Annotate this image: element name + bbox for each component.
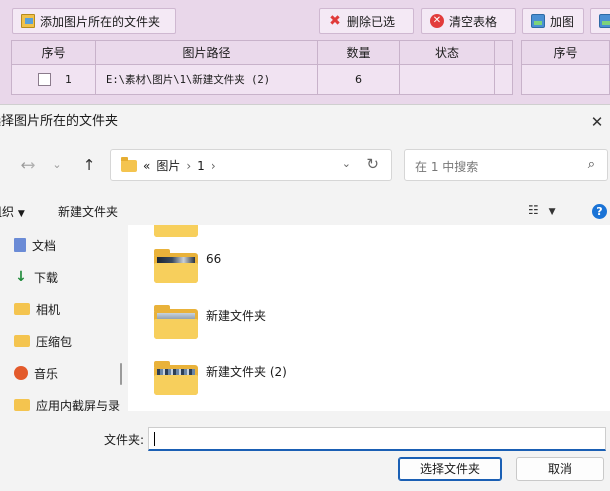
new-folder-button[interactable]: 新建文件夹 (58, 203, 118, 220)
toolbar-overflow-button[interactable] (590, 8, 610, 34)
folder-item-new-folder[interactable]: 新建文件夹 (154, 305, 266, 339)
add-image-label: 加图 (550, 14, 575, 29)
organize-label: 组织 (0, 205, 15, 219)
sidebar-item-downloads[interactable]: ↓ 下载 (14, 267, 58, 287)
folder-label: 新建文件夹 (206, 308, 267, 323)
dropdown-arrow-icon: ▼ (17, 209, 25, 219)
folder-item-new-folder-2[interactable]: 新建文件夹 (2) (154, 361, 287, 395)
row-index: 1 (65, 72, 72, 86)
row-filler (494, 64, 513, 95)
view-options-icon[interactable]: ☷ ▼ (528, 203, 556, 217)
add-folder-button[interactable]: 添加图片所在的文件夹 (12, 8, 176, 34)
folder-label: 新建文件夹 (2) (206, 364, 287, 379)
image-icon (531, 14, 545, 28)
music-icon (14, 366, 28, 380)
delete-selected-label: 删除已选 (347, 14, 396, 29)
clear-table-label: 清空表格 (449, 14, 498, 29)
sidebar-item-label: 相机 (36, 302, 61, 317)
close-icon[interactable]: ✕ (590, 111, 604, 133)
address-bar[interactable]: « 图片 › 1 › ⌄ ↻ (110, 149, 392, 181)
folder-icon (14, 303, 30, 315)
folder-picker-dialog: 选择图片所在的文件夹 ✕ ← → ⌄ ↑ « 图片 › 1 › ⌄ ↻ 在 1 … (0, 104, 610, 491)
document-icon (14, 238, 26, 252)
sidebar-item-label: 音乐 (34, 366, 59, 381)
breadcrumb-overflow[interactable]: « (143, 159, 150, 173)
sidebar-item-archives[interactable]: 压缩包 (14, 331, 72, 351)
file-table: 序号 图片路径 数量 状态 1 E:\素材\图片\1\新建文件夹 (2) 6 (11, 40, 513, 95)
folder-icon (14, 335, 30, 347)
add-image-button[interactable]: 加图 (522, 8, 584, 34)
breadcrumb-separator-icon[interactable]: › (211, 159, 216, 173)
sidebar-item-label: 压缩包 (36, 334, 73, 349)
folder-icon (154, 249, 198, 283)
sidebar-item-screenshots[interactable]: 应用内截屏与录 (14, 395, 120, 411)
breadcrumb-item-1[interactable]: 1 (197, 159, 205, 173)
folder-name-row: 文件夹: (0, 425, 610, 451)
search-icon: ⌕ (587, 157, 595, 172)
download-icon: ↓ (15, 269, 27, 285)
folder-item[interactable] (154, 225, 198, 237)
search-placeholder: 在 1 中搜索 (415, 160, 479, 174)
command-bar: 组织 ▼ 新建文件夹 ☷ ▼ ? (0, 199, 610, 225)
sidebar-item-label: 应用内截屏与录 (36, 398, 121, 412)
folder-icon (154, 305, 198, 339)
delete-x-icon: ✖ (329, 13, 341, 29)
row-count: 6 (317, 64, 400, 95)
clear-icon: ✕ (430, 14, 444, 28)
folder-name-label: 文件夹: (104, 433, 145, 447)
dialog-title: 选择图片所在的文件夹 (0, 114, 119, 129)
folder-icon (154, 225, 198, 237)
header-index: 序号 (11, 40, 96, 65)
sidebar-scrollbar[interactable] (120, 363, 122, 385)
background-app: 添加图片所在的文件夹 ✖ 删除已选 ✕ 清空表格 加图 序号 图片路径 数量 状… (0, 0, 610, 104)
cancel-button[interactable]: 取消 (516, 457, 604, 481)
right-header-index: 序号 (521, 40, 610, 65)
breadcrumb-item-pictures[interactable]: 图片 (156, 157, 180, 174)
forward-arrow-icon[interactable]: → (18, 153, 40, 177)
search-input[interactable]: 在 1 中搜索 ⌕ (404, 149, 608, 181)
header-path: 图片路径 (95, 40, 318, 65)
add-image-folder-icon (21, 14, 35, 28)
row-index-cell[interactable]: 1 (11, 64, 96, 95)
organize-menu[interactable]: 组织 ▼ (0, 203, 25, 220)
folder-item-66[interactable]: 66 (154, 249, 221, 283)
sidebar-item-camera[interactable]: 相机 (14, 299, 60, 319)
table-row[interactable]: 1 E:\素材\图片\1\新建文件夹 (2) 6 (11, 64, 513, 95)
sidebar-item-label: 下载 (34, 270, 59, 285)
text-caret (154, 432, 155, 446)
up-arrow-icon[interactable]: ↑ (78, 153, 100, 177)
right-table-empty (521, 64, 610, 95)
header-status: 状态 (399, 40, 495, 65)
folder-icon (14, 399, 30, 411)
header-count: 数量 (317, 40, 400, 65)
sidebar-item-music[interactable]: 音乐 (14, 363, 58, 383)
folder-icon (121, 156, 137, 172)
folder-icon (154, 361, 198, 395)
header-filler (494, 40, 513, 65)
select-folder-button[interactable]: 选择文件夹 (398, 457, 502, 481)
folder-list: 66 新建文件夹 新建文件夹 (2) (128, 225, 610, 411)
breadcrumb-separator-icon: › (186, 158, 192, 173)
row-status (399, 64, 495, 95)
add-folder-label: 添加图片所在的文件夹 (40, 14, 161, 29)
navigation-pane: 文档 ↓ 下载 相机 压缩包 音乐 应用内截屏与录 (0, 225, 128, 411)
right-table: 序号 (521, 40, 610, 95)
clear-table-button[interactable]: ✕ 清空表格 (421, 8, 516, 34)
folder-label: 66 (206, 252, 222, 266)
sidebar-item-documents[interactable]: 文档 (14, 235, 56, 255)
recent-locations-chevron-icon[interactable]: ⌄ (46, 153, 68, 177)
row-path: E:\素材\图片\1\新建文件夹 (2) (95, 64, 318, 95)
image-icon (599, 14, 610, 28)
sidebar-item-label: 文档 (32, 238, 57, 253)
address-history-chevron-icon[interactable]: ⌄ (342, 157, 351, 170)
navigation-bar: ← → ⌄ ↑ « 图片 › 1 › ⌄ ↻ 在 1 中搜索 ⌕ (0, 147, 610, 183)
refresh-icon[interactable]: ↻ (366, 155, 379, 173)
delete-selected-button[interactable]: ✖ 删除已选 (319, 8, 414, 34)
folder-name-input[interactable] (148, 427, 606, 451)
help-icon[interactable]: ? (592, 204, 607, 219)
row-checkbox[interactable] (38, 73, 51, 87)
